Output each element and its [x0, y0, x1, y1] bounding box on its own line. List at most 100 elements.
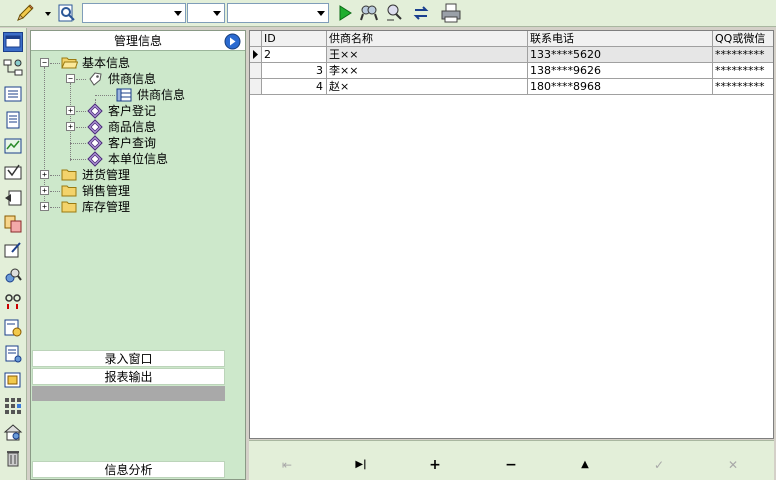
- record-navigator: ⇤ ▶| + − ▲ ✓ ✕: [249, 440, 774, 480]
- tree-guide-line: [50, 207, 60, 208]
- row-indicator: [250, 79, 262, 95]
- column-header-id[interactable]: ID: [262, 31, 327, 47]
- cell-qq-wechat[interactable]: *********: [713, 47, 773, 63]
- tree-node-purchase-management[interactable]: + 进货管理: [31, 167, 231, 183]
- pencil-icon[interactable]: [14, 2, 36, 24]
- tree-guide-line: [50, 191, 60, 192]
- home-settings-icon[interactable]: [3, 422, 23, 442]
- filter-operator-combo[interactable]: [187, 3, 225, 23]
- report-output-section[interactable]: 报表输出: [32, 368, 225, 385]
- chevron-down-icon: [317, 11, 325, 16]
- side-panel-title: 管理信息: [113, 34, 162, 48]
- expand-node-icon[interactable]: +: [66, 122, 75, 131]
- insert-record-button[interactable]: +: [423, 458, 447, 472]
- link-icon[interactable]: [3, 292, 23, 312]
- tree-guide-line: [95, 95, 115, 96]
- import-icon[interactable]: [3, 188, 23, 208]
- collapse-panel-icon[interactable]: [224, 33, 241, 50]
- report-settings-icon[interactable]: [3, 318, 23, 338]
- expand-node-icon[interactable]: +: [40, 202, 49, 211]
- tree-node-supplier-info-group[interactable]: − 供商信息: [31, 71, 231, 87]
- expand-node-icon[interactable]: +: [66, 106, 75, 115]
- cell-id[interactable]: 2: [262, 47, 327, 63]
- window-icon[interactable]: [3, 32, 23, 52]
- copy-icon[interactable]: [3, 214, 23, 234]
- tree-guide-line: [76, 127, 86, 128]
- side-panel-scroll-area[interactable]: [226, 353, 245, 479]
- filter-field-combo[interactable]: [82, 3, 186, 23]
- chart-icon[interactable]: [3, 136, 23, 156]
- first-record-button[interactable]: ⇤: [275, 458, 299, 472]
- form-icon[interactable]: [3, 84, 23, 104]
- cell-qq-wechat[interactable]: *********: [713, 63, 773, 79]
- post-record-button[interactable]: ✓: [647, 458, 671, 472]
- last-record-button[interactable]: ▶|: [349, 458, 373, 472]
- cell-phone[interactable]: 180****8968: [528, 79, 713, 95]
- collapse-node-icon[interactable]: −: [40, 58, 49, 67]
- main-toolbar: [0, 0, 776, 27]
- column-header-qq-wechat[interactable]: QQ或微信: [713, 31, 773, 47]
- edit-record-button[interactable]: ▲: [573, 458, 597, 472]
- run-icon[interactable]: [334, 2, 356, 24]
- tree-node-label: 客户登记: [108, 104, 157, 118]
- current-row-indicator: [250, 47, 262, 63]
- grid-header-row: ID 供商名称 联系电话 QQ或微信: [250, 31, 773, 47]
- export-icon[interactable]: [3, 370, 23, 390]
- tree-node-label: 供商信息: [108, 72, 157, 86]
- delete-record-button[interactable]: −: [499, 458, 523, 472]
- tree-node-label: 本单位信息: [108, 152, 169, 166]
- grid-icon[interactable]: [3, 396, 23, 416]
- column-header-phone[interactable]: 联系电话: [528, 31, 713, 47]
- info-analysis-section[interactable]: 信息分析: [32, 461, 225, 478]
- tree-node-customer-register[interactable]: + 客户登记: [31, 103, 231, 119]
- cell-supplier-name[interactable]: 赵×: [327, 79, 528, 95]
- tree-node-label: 商品信息: [108, 120, 157, 134]
- pencil-dropdown-arrow-icon[interactable]: [45, 12, 51, 16]
- tree-node-label: 客户查询: [108, 136, 157, 150]
- tree-node-label: 进货管理: [82, 168, 131, 182]
- collapse-node-icon[interactable]: −: [66, 74, 75, 83]
- tree-node-label: 库存管理: [82, 200, 131, 214]
- print-icon[interactable]: [440, 2, 462, 24]
- cell-phone[interactable]: 138****9626: [528, 63, 713, 79]
- tree-guide-line: [50, 175, 60, 176]
- network-icon[interactable]: [3, 58, 23, 78]
- user-search-icon[interactable]: [3, 266, 23, 286]
- tree-guide-line: [70, 143, 86, 144]
- refresh-icon[interactable]: [410, 2, 432, 24]
- tree-node-customer-query[interactable]: 客户查询: [31, 135, 231, 151]
- trash-icon[interactable]: [3, 448, 23, 468]
- tree-node-label: 销售管理: [82, 184, 131, 198]
- tree-node-product-info[interactable]: + 商品信息: [31, 119, 231, 135]
- tree-node-inventory-management[interactable]: + 库存管理: [31, 199, 231, 215]
- filter-value-combo[interactable]: [227, 3, 329, 23]
- tree-node-supplier-info[interactable]: 供商信息: [31, 87, 231, 103]
- management-side-panel: 管理信息 − 基本信息 − 供商信息 供商信息 + 客户登记 + 商品信息 客户…: [30, 30, 246, 480]
- cell-qq-wechat[interactable]: *********: [713, 79, 773, 95]
- cancel-edit-button[interactable]: ✕: [721, 458, 745, 472]
- cell-id[interactable]: 4: [262, 79, 327, 95]
- cell-phone[interactable]: 133****5620: [528, 47, 713, 63]
- tree-node-sales-management[interactable]: + 销售管理: [31, 183, 231, 199]
- expand-node-icon[interactable]: +: [40, 186, 49, 195]
- expand-node-icon[interactable]: +: [40, 170, 49, 179]
- cell-id[interactable]: 3: [262, 63, 327, 79]
- mail-check-icon[interactable]: [3, 162, 23, 182]
- cell-supplier-name[interactable]: 李××: [327, 63, 528, 79]
- document-icon[interactable]: [3, 110, 23, 130]
- header-corner: [250, 31, 262, 47]
- column-header-supplier-name[interactable]: 供商名称: [327, 31, 528, 47]
- tree-node-company-info[interactable]: 本单位信息: [31, 151, 231, 167]
- chevron-down-icon: [174, 11, 182, 16]
- tree-guide-line: [50, 63, 60, 64]
- report-user-icon[interactable]: [3, 344, 23, 364]
- module-icon-bar: [0, 28, 27, 480]
- entry-window-section[interactable]: 录入窗口: [32, 350, 225, 367]
- cell-supplier-name[interactable]: 王××: [327, 47, 528, 63]
- search-next-icon[interactable]: [384, 2, 406, 24]
- find-icon[interactable]: [56, 2, 78, 24]
- chevron-down-icon: [213, 11, 221, 16]
- search-people-icon[interactable]: [358, 2, 380, 24]
- tree-node-basic-info[interactable]: − 基本信息: [31, 55, 231, 71]
- edit-form-icon[interactable]: [3, 240, 23, 260]
